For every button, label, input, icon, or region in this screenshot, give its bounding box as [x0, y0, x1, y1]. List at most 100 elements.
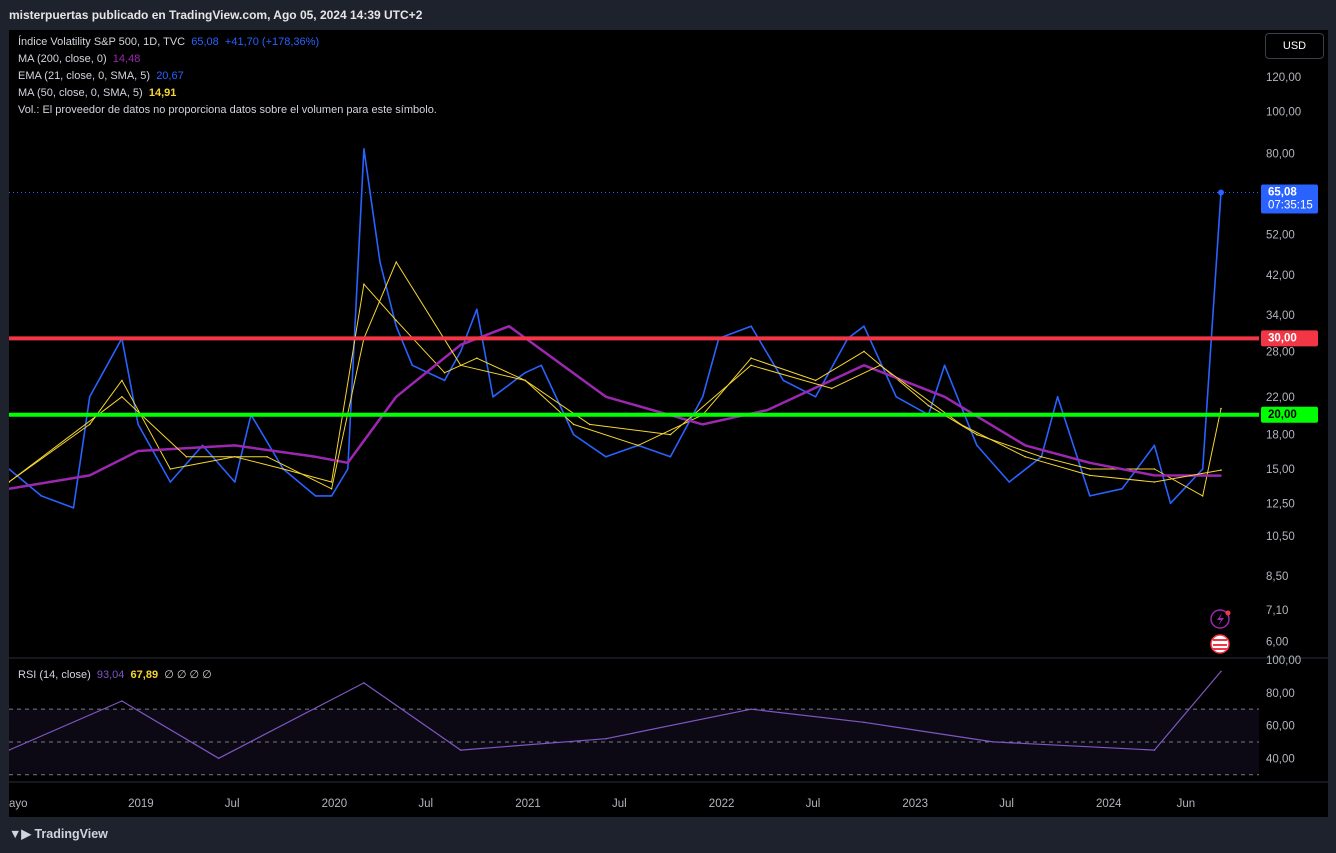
price-axis-label: 52,00 — [1266, 230, 1295, 242]
legend-volume-note: Vol.: El proveedor de datos no proporcio… — [18, 104, 437, 116]
price-series-point — [572, 433, 575, 436]
price-series-point — [1056, 396, 1059, 398]
price-series-point — [895, 396, 897, 398]
price-series-point — [443, 379, 446, 382]
ma200-series-point — [701, 423, 704, 426]
rsi-series-point — [1153, 749, 1156, 751]
ma50-series-point — [1089, 474, 1091, 477]
time-axis-label: 2024 — [1096, 798, 1122, 810]
ma200-series-point — [1024, 444, 1027, 447]
time-axis-label: 2021 — [515, 798, 541, 810]
ema21-series-point — [927, 404, 930, 407]
notification-dot-icon — [1225, 610, 1231, 616]
price-series-point — [234, 481, 236, 483]
ma50-series-point — [1220, 469, 1222, 471]
price-series-point — [330, 495, 333, 497]
header-bar: misterpuertas publicado en TradingView.c… — [0, 0, 1336, 30]
ema21-series-point — [572, 423, 575, 426]
rsi-axis-label: 60,00 — [1266, 721, 1295, 733]
price-axis-label: 8,50 — [1266, 571, 1288, 583]
tradingview-logo[interactable]: ▼▶ TradingView — [9, 826, 108, 841]
ema21-series-point — [169, 468, 172, 470]
ma50-series-point — [960, 423, 962, 426]
ema21-series-point — [476, 357, 478, 360]
ma50-series-point — [185, 456, 188, 458]
ma200-series-point — [88, 474, 91, 477]
price-series-point — [750, 325, 752, 328]
price-series-point — [347, 468, 349, 470]
price-series-point — [976, 444, 978, 447]
price-series-point — [1121, 488, 1123, 490]
ma200-series-point — [234, 444, 236, 447]
price-series-point — [701, 396, 704, 398]
ma50-series-point — [750, 364, 752, 367]
price-series-point — [40, 495, 43, 497]
last-price-tag-text: 07:35:15 — [1268, 200, 1313, 212]
red-level-tag-text: 30,00 — [1268, 332, 1297, 344]
price-series-point — [72, 507, 75, 509]
ma200-series-point — [314, 456, 317, 458]
ma200-series-point — [1153, 474, 1156, 477]
ema21-series-point — [1220, 407, 1222, 410]
legend-ma200[interactable]: MA (200, close, 0) 14,48 — [18, 53, 140, 65]
ema21-series-point — [1089, 468, 1091, 470]
ma50-series-point — [1153, 481, 1156, 483]
ema21-series-point — [1153, 468, 1156, 470]
price-series-point — [459, 350, 462, 353]
time-axis-label: ayo — [9, 798, 28, 810]
price-series-point — [863, 325, 865, 328]
price-series-point — [363, 148, 365, 150]
price-series-point — [1169, 502, 1172, 505]
rsi-series-point — [363, 682, 365, 684]
ma200-series-point — [1089, 462, 1091, 464]
price-axis-label: 100,00 — [1266, 107, 1301, 119]
ema21-series-point — [637, 444, 639, 447]
price-series-point — [201, 444, 204, 447]
legend-main-value: 65,08 — [191, 36, 219, 48]
ma50-series-point — [1024, 456, 1027, 458]
rsi-series-point — [121, 700, 123, 702]
ma50-series-point — [588, 423, 591, 426]
legend-main[interactable]: Índice Volatility S&P 500, 1D, TVC 65,08… — [18, 36, 319, 48]
ma200-series-point — [943, 396, 946, 398]
volume-note-text: Vol.: El proveedor de datos no proporcio… — [18, 104, 437, 116]
price-series-point — [476, 308, 478, 311]
price-axis-label: 28,00 — [1266, 346, 1295, 358]
legend-rsi-extras: ∅ ∅ ∅ ∅ — [164, 669, 212, 681]
price-series-point — [943, 364, 946, 367]
ma200-series-point — [766, 409, 768, 411]
legend-ema21[interactable]: EMA (21, close, 0, SMA, 5) 20,67 — [18, 70, 184, 82]
legend-ema21-value: 20,67 — [156, 70, 184, 82]
chart-svg[interactable]: 120,00 100,00 80,00 52,00 42,00 34,00 28,00 22,… — [8, 30, 1328, 817]
time-axis-label: Jul — [806, 798, 821, 810]
ma200-series-point — [395, 396, 398, 398]
currency-button[interactable]: USD — [1265, 33, 1324, 59]
price-series-point — [492, 396, 494, 398]
time-axis-label: Jul — [225, 798, 240, 810]
price-series-point — [169, 481, 172, 483]
chart-panel[interactable]: 120,00 100,00 80,00 52,00 42,00 34,00 28,00 22,… — [8, 30, 1328, 817]
ema21-series-point — [863, 350, 865, 353]
us-flag-stripe — [1213, 639, 1227, 641]
rsi-series-point — [750, 708, 752, 710]
rsi-series-point — [863, 721, 865, 724]
us-flag-stripe — [1213, 648, 1227, 650]
ema21-series-point — [1201, 495, 1204, 497]
chart-background — [9, 30, 1328, 817]
price-axis-label: 18,00 — [1266, 430, 1295, 442]
price-axis-label: 22,00 — [1266, 392, 1295, 404]
ema21-series-point — [282, 468, 285, 470]
ma200-series-point — [508, 325, 510, 328]
ma50-series-point — [395, 261, 398, 263]
legend-rsi[interactable]: RSI (14, close) 93,04 67,89 ∅ ∅ ∅ ∅ — [18, 668, 212, 681]
price-series-point — [1153, 444, 1156, 447]
legend-ema21-name: EMA (21, close, 0, SMA, 5) — [18, 70, 151, 82]
legend-ma50[interactable]: MA (50, close, 0, SMA, 5) 14,91 — [18, 87, 176, 99]
ema21-series-point — [121, 379, 123, 382]
ma50-series-point — [524, 379, 526, 382]
ema21-series-point — [395, 319, 398, 322]
time-axis-label: Jul — [418, 798, 433, 810]
ma200-series-point — [137, 450, 139, 452]
price-series-point — [1089, 495, 1091, 497]
time-axis-label: 2019 — [128, 798, 154, 810]
